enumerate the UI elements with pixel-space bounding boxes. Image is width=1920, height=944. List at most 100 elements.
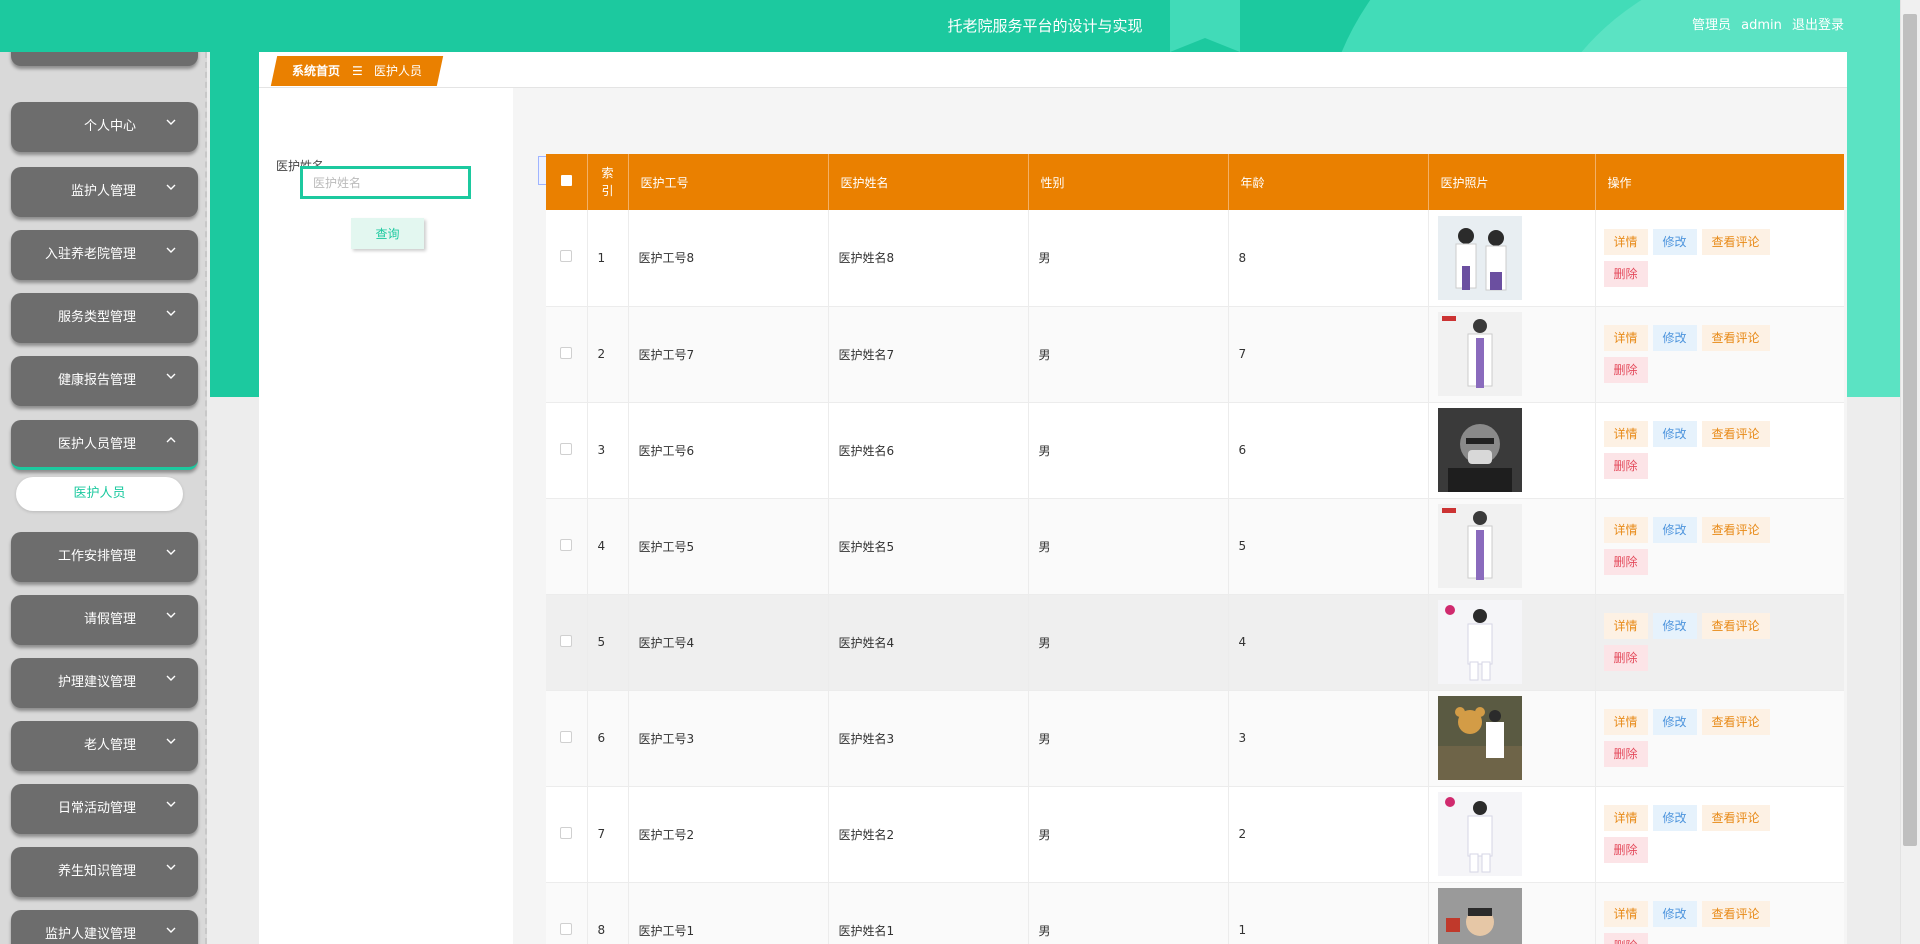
staff-name-search-input[interactable] bbox=[300, 166, 471, 199]
select-all-checkbox[interactable] bbox=[560, 175, 572, 186]
sidebar-item-5[interactable]: 医护人员管理 bbox=[11, 420, 198, 470]
delete-button[interactable]: 删除 bbox=[1603, 357, 1648, 383]
row-select-cell bbox=[546, 306, 588, 403]
edit-button[interactable]: 修改 bbox=[1652, 228, 1697, 255]
detail-button[interactable]: 详情 bbox=[1603, 228, 1648, 255]
detail-button[interactable]: 详情 bbox=[1603, 805, 1648, 831]
sidebar-item-label: 个人中心 bbox=[83, 119, 136, 134]
cell-index: 3 bbox=[587, 402, 629, 499]
staff-table: 索引 医护工号 医护姓名 性别 年龄 医护照片 操作 1 医护工号8 医护姓名8 男 8… bbox=[546, 154, 1844, 944]
edit-button[interactable]: 修改 bbox=[1652, 901, 1697, 927]
row-checkbox[interactable] bbox=[560, 346, 573, 359]
detail-button[interactable]: 详情 bbox=[1603, 517, 1648, 543]
sidebar-item-0[interactable]: 个人中心 bbox=[11, 102, 198, 152]
chevron-up-icon bbox=[166, 437, 176, 443]
cell-operations: 详情修改查看评论删除 bbox=[1595, 882, 1844, 944]
cell-age: 8 bbox=[1228, 210, 1429, 307]
edit-button[interactable]: 修改 bbox=[1652, 421, 1697, 447]
detail-button[interactable]: 详情 bbox=[1603, 325, 1648, 351]
table-row: 7 医护工号2 医护姓名2 男 2 详情 修改 查看评论 删除 bbox=[546, 786, 1844, 883]
top-header: 托老院服务平台的设计与实现 管理员 admin 退出登录 bbox=[0, 0, 1920, 52]
view-reviews-button[interactable]: 查看评论 bbox=[1701, 613, 1770, 639]
cell-index: 8 bbox=[587, 882, 629, 944]
view-reviews-button[interactable]: 查看评论 bbox=[1701, 805, 1770, 831]
sidebar-item-label: 监护人管理 bbox=[70, 184, 136, 199]
row-checkbox[interactable] bbox=[560, 442, 573, 455]
edit-button[interactable]: 修改 bbox=[1652, 805, 1697, 831]
sidebar-item-1[interactable]: 监护人管理 bbox=[11, 167, 198, 217]
query-button[interactable]: 查询 bbox=[351, 218, 424, 249]
logout-link[interactable]: 退出登录 bbox=[1792, 18, 1844, 33]
delete-button[interactable]: 删除 bbox=[1603, 645, 1648, 671]
edit-button[interactable]: 修改 bbox=[1652, 709, 1697, 735]
sidebar-item-3[interactable]: 服务类型管理 bbox=[11, 293, 198, 343]
sidebar-item-4[interactable]: 健康报告管理 bbox=[11, 356, 198, 406]
cell-index: 2 bbox=[587, 306, 629, 403]
detail-button[interactable]: 详情 bbox=[1603, 613, 1648, 639]
sidebar-item-6[interactable]: 工作安排管理 bbox=[11, 532, 198, 582]
cell-staff-no: 医护工号6 bbox=[628, 402, 829, 499]
submenu-item-staff[interactable]: 医护人员 bbox=[16, 477, 183, 511]
cell-age: 2 bbox=[1228, 786, 1429, 883]
row-checkbox[interactable] bbox=[560, 538, 573, 551]
table-row: 8医护工号1医护姓名1男1 详情修改查看评论删除 bbox=[546, 882, 1844, 944]
table-row: 1 医护工号8 医护姓名8 男 8 详情 修改 查看评论 删除 bbox=[546, 210, 1844, 307]
delete-button[interactable]: 删除 bbox=[1603, 837, 1648, 863]
delete-button[interactable]: 删除 bbox=[1603, 453, 1648, 479]
chevron-down-icon bbox=[166, 310, 176, 316]
staff-photo bbox=[1437, 792, 1522, 876]
row-checkbox[interactable] bbox=[560, 826, 573, 839]
row-select-cell bbox=[546, 402, 588, 499]
sidebar-item-10[interactable]: 日常活动管理 bbox=[11, 784, 198, 834]
cell-staff-name: 医护姓名4 bbox=[828, 594, 1029, 691]
edit-button[interactable]: 修改 bbox=[1652, 613, 1697, 639]
cell-index: 7 bbox=[587, 786, 629, 883]
sidebar-item-12[interactable]: 监护人建议管理 bbox=[11, 910, 198, 944]
page-scrollbar-thumb[interactable] bbox=[1903, 14, 1917, 846]
cell-index: 5 bbox=[587, 594, 629, 691]
cell-index: 4 bbox=[587, 498, 629, 595]
cell-photo bbox=[1428, 594, 1596, 691]
sidebar-item-7[interactable]: 请假管理 bbox=[11, 595, 198, 645]
chevron-down-icon bbox=[166, 119, 176, 125]
row-checkbox[interactable] bbox=[560, 922, 573, 935]
delete-button[interactable]: 删除 bbox=[1603, 933, 1648, 944]
view-reviews-button[interactable]: 查看评论 bbox=[1701, 901, 1770, 927]
search-panel: 医护姓名 查询 bbox=[259, 88, 513, 944]
view-reviews-button[interactable]: 查看评论 bbox=[1701, 421, 1770, 447]
edit-button[interactable]: 修改 bbox=[1652, 325, 1697, 351]
edit-button[interactable]: 修改 bbox=[1652, 517, 1697, 543]
sidebar-item-11[interactable]: 养生知识管理 bbox=[11, 847, 198, 897]
sidebar-item-9[interactable]: 老人管理 bbox=[11, 721, 198, 771]
cell-staff-no: 医护工号3 bbox=[628, 690, 829, 787]
page-scrollbar[interactable] bbox=[1900, 0, 1920, 944]
delete-button[interactable]: 删除 bbox=[1603, 741, 1648, 767]
detail-button[interactable]: 详情 bbox=[1603, 901, 1648, 927]
detail-button[interactable]: 详情 bbox=[1603, 421, 1648, 447]
delete-button[interactable]: 删除 bbox=[1603, 260, 1648, 287]
view-reviews-button[interactable]: 查看评论 bbox=[1701, 325, 1770, 351]
select-all-cell bbox=[546, 154, 588, 210]
row-checkbox[interactable] bbox=[560, 250, 573, 263]
username: admin bbox=[1741, 18, 1782, 33]
detail-button[interactable]: 详情 bbox=[1603, 709, 1648, 735]
sidebar-item-8[interactable]: 护理建议管理 bbox=[11, 658, 198, 708]
cell-index: 6 bbox=[587, 690, 629, 787]
sidebar-item-2[interactable]: 入驻养老院管理 bbox=[11, 230, 198, 280]
cell-staff-name: 医护姓名2 bbox=[828, 786, 1029, 883]
breadcrumb-home[interactable]: 系统首页 bbox=[292, 56, 340, 86]
row-checkbox[interactable] bbox=[560, 730, 573, 743]
cell-operations: 详情修改查看评论删除 bbox=[1595, 402, 1844, 499]
view-reviews-button[interactable]: 查看评论 bbox=[1701, 517, 1770, 543]
table-header-row: 索引 医护工号 医护姓名 性别 年龄 医护照片 操作 bbox=[546, 154, 1844, 210]
sidebar-item-hidden-top[interactable] bbox=[11, 52, 198, 66]
user-area: 管理员 admin 退出登录 bbox=[1686, 0, 1844, 52]
sidebar: 个人中心监护人管理入驻养老院管理 服务类型管理 健康报告管理 医护人员管理 工作安排管理… bbox=[0, 52, 207, 944]
cell-staff-no: 医护工号5 bbox=[628, 498, 829, 595]
chevron-down-icon bbox=[166, 927, 176, 933]
view-reviews-button[interactable]: 查看评论 bbox=[1701, 709, 1770, 735]
delete-button[interactable]: 删除 bbox=[1603, 549, 1648, 575]
view-reviews-button[interactable]: 查看评论 bbox=[1701, 228, 1770, 255]
row-checkbox[interactable] bbox=[560, 634, 573, 647]
cell-age: 7 bbox=[1228, 306, 1429, 403]
